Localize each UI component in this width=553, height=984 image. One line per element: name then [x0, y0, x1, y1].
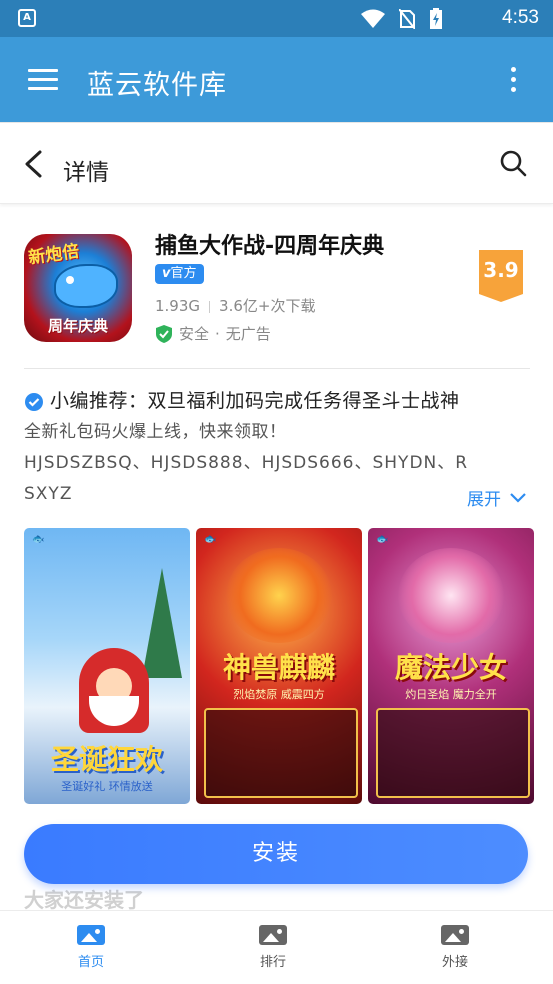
app-meta: 1.93G 3.6亿+次下载: [155, 295, 315, 316]
gift-codes: HJSDSZBSQ、HJSDS888、HJSDS666、SHYDN、R: [24, 453, 469, 473]
tab-ranking[interactable]: 排行: [223, 925, 323, 970]
game-scene: [376, 708, 530, 798]
screenshot-carousel[interactable]: 🐟 圣诞狂欢 圣诞好礼 环情放送 🐟 神兽麒麟 烈焰焚原 威震四方 🐟 魔法少女…: [24, 528, 553, 806]
rating-badge: 3.9: [479, 250, 523, 302]
game-logo: 🐟: [376, 534, 389, 545]
battery-icon: [430, 8, 442, 29]
safe-label: 安全: [179, 325, 210, 343]
safety-info: 安全 · 无广告: [155, 323, 271, 344]
more-options-icon[interactable]: [511, 67, 517, 97]
game-logo: 🐟: [32, 534, 45, 545]
fish-graphic: [54, 264, 118, 308]
tab-label: 外接: [441, 955, 468, 970]
tab-home[interactable]: 首页: [41, 925, 141, 970]
screenshot-banner: 圣诞狂欢: [50, 743, 163, 776]
screenshot-3[interactable]: 🐟 魔法少女 灼日圣焰 魔力全开: [368, 528, 534, 804]
app-size: 1.93G: [155, 297, 201, 315]
no-sim-icon: [399, 9, 415, 29]
screenshot-subtitle: 圣诞好礼 环情放送: [61, 780, 153, 793]
divider: [24, 368, 530, 369]
app-bar: 蓝云软件库: [0, 37, 553, 122]
official-badge: v官方: [155, 264, 204, 284]
app-icon: 新炮倍 周年庆典: [24, 234, 132, 342]
status-icons: [361, 8, 443, 30]
bottom-nav: 首页 排行 外接: [0, 910, 553, 984]
screenshot-subtitle: 灼日圣焰 魔力全开: [405, 688, 497, 701]
image-icon: [77, 925, 105, 945]
game-logo: 🐟: [204, 534, 217, 545]
santa-graphic: [79, 648, 149, 733]
icon-text-bottom: 周年庆典: [47, 317, 108, 335]
shield-check-icon: [156, 324, 172, 343]
tab-external[interactable]: 外接: [405, 925, 505, 970]
tab-label: 首页: [77, 955, 104, 970]
expand-button[interactable]: 展开: [467, 485, 527, 510]
image-icon: [259, 925, 287, 945]
recommendation: 小编推荐：双旦福利加码完成任务得圣斗士战神 全新礼包码火爆上线，快来领取！ HJ…: [24, 386, 534, 510]
install-button[interactable]: 安装: [24, 824, 528, 884]
recommend-title: 小编推荐：双旦福利加码完成任务得圣斗士战神: [50, 390, 460, 412]
verified-badge-icon: [25, 392, 43, 411]
screenshot-subtitle: 烈焰焚原 威震四方: [233, 688, 325, 701]
app-title: 蓝云软件库: [87, 70, 227, 101]
page-title: 详情: [63, 160, 109, 186]
dot-separator: ·: [215, 324, 220, 343]
screenshot-banner: 神兽麒麟: [222, 651, 335, 684]
gift-codes-cont: SXYZ: [24, 484, 73, 504]
tab-label: 排行: [259, 955, 286, 970]
wifi-icon: [361, 9, 385, 28]
chevron-down-icon: [510, 492, 526, 503]
menu-icon[interactable]: [28, 69, 58, 91]
game-scene: [204, 708, 358, 798]
no-ads-label: 无广告: [225, 325, 271, 343]
qilin-graphic: [226, 548, 332, 643]
meta-divider: [209, 300, 211, 313]
screenshot-2[interactable]: 🐟 神兽麒麟 烈焰焚原 威震四方: [196, 528, 362, 804]
screenshot-banner: 魔法少女: [394, 651, 507, 684]
magic-girl-graphic: [398, 548, 504, 643]
detail-header: 详情: [0, 122, 553, 204]
search-icon[interactable]: [499, 149, 527, 177]
recommend-text: 全新礼包码火爆上线，快来领取！: [24, 422, 287, 442]
icon-text-top: 新炮倍: [27, 241, 81, 269]
download-count: 3.6亿+次下载: [219, 297, 316, 315]
screenshot-1[interactable]: 🐟 圣诞狂欢 圣诞好礼 环情放送: [24, 528, 190, 804]
clock: 4:53: [502, 7, 539, 28]
back-arrow-icon[interactable]: [22, 149, 46, 179]
image-icon: [441, 925, 469, 945]
app-info: 新炮倍 周年庆典 捕鱼大作战-四周年庆典 v官方 1.93G 3.6亿+次下载 安…: [0, 204, 553, 369]
app-name: 捕鱼大作战-四周年庆典: [155, 234, 385, 259]
tree-graphic: [142, 568, 182, 678]
notification-icon: A: [18, 9, 36, 27]
also-installed-heading: 大家还安装了: [24, 888, 144, 912]
status-bar: A 4:53: [0, 0, 553, 37]
